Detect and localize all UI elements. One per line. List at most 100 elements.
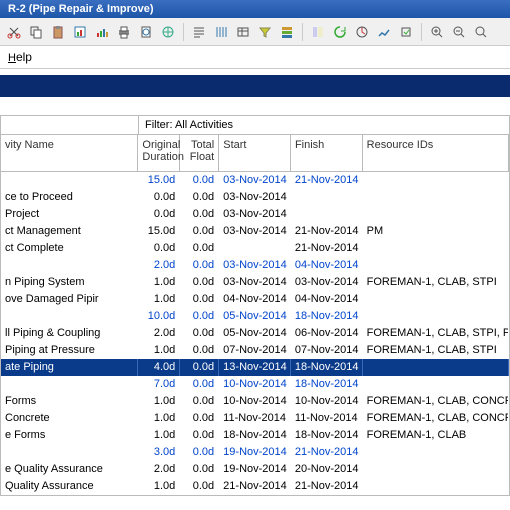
publish-icon[interactable] [158, 22, 178, 42]
cell-start: 05-Nov-2014 [219, 325, 291, 342]
table-row[interactable]: Quality Assurance1.0d0.0d21-Nov-201421-N… [1, 478, 509, 495]
zoom-out-icon[interactable] [449, 22, 469, 42]
cell-float: 0.0d [180, 274, 219, 291]
group-icon[interactable] [277, 22, 297, 42]
cell-res: FOREMAN-1, CLAB, STPI, PIPE, F [363, 325, 509, 342]
toolbar-sep [183, 23, 184, 41]
col-activity-name[interactable]: vity Name [1, 135, 138, 171]
grid-body: 15.0d0.0d03-Nov-201421-Nov-2014ce to Pro… [0, 172, 510, 496]
cell-dur: 7.0d [138, 376, 180, 393]
cell-dur: 15.0d [138, 223, 180, 240]
cell-float: 0.0d [180, 291, 219, 308]
cell-start: 03-Nov-2014 [219, 189, 291, 206]
cell-name: Quality Assurance [1, 478, 138, 495]
cell-float: 0.0d [180, 206, 219, 223]
cell-start: 10-Nov-2014 [219, 393, 291, 410]
table-row[interactable]: ove Damaged Pipir1.0d0.0d04-Nov-201404-N… [1, 291, 509, 308]
cell-float: 0.0d [180, 342, 219, 359]
col-resource-ids[interactable]: Resource IDs [363, 135, 509, 171]
table-row[interactable]: ce to Proceed0.0d0.0d03-Nov-2014 [1, 189, 509, 206]
columns-icon[interactable] [211, 22, 231, 42]
col-finish[interactable]: Finish [291, 135, 363, 171]
table-row[interactable]: 7.0d0.0d10-Nov-201418-Nov-2014 [1, 376, 509, 393]
col-start[interactable]: Start [219, 135, 291, 171]
title-text: R-2 (Pipe Repair & Improve) [8, 3, 153, 15]
cell-dur: 1.0d [138, 291, 180, 308]
copy-icon[interactable] [26, 22, 46, 42]
table-row[interactable]: ct Management15.0d0.0d03-Nov-201421-Nov-… [1, 223, 509, 240]
refresh-icon[interactable] [330, 22, 350, 42]
cell-name: n Piping System [1, 274, 138, 291]
cell-start: 11-Nov-2014 [219, 410, 291, 427]
zoom-in-icon[interactable] [427, 22, 447, 42]
filter-label: Filter: All Activities [139, 116, 239, 134]
table-row[interactable]: Piping at Pressure1.0d0.0d07-Nov-201407-… [1, 342, 509, 359]
col-total-float[interactable]: Total Float [180, 135, 219, 171]
cell-dur: 15.0d [138, 172, 180, 189]
cell-start: 05-Nov-2014 [219, 308, 291, 325]
menu-help[interactable]: Help [0, 46, 510, 69]
align-icon[interactable] [189, 22, 209, 42]
layout-icon[interactable] [308, 22, 328, 42]
cell-name: ll Piping & Coupling [1, 325, 138, 342]
table-row[interactable]: n Piping System1.0d0.0d03-Nov-201403-Nov… [1, 274, 509, 291]
toolbar-sep [421, 23, 422, 41]
cell-dur: 1.0d [138, 410, 180, 427]
chart-icon[interactable] [92, 22, 112, 42]
filter-row: Filter: All Activities [0, 115, 510, 134]
cell-float: 0.0d [180, 444, 219, 461]
table-row[interactable]: ct Complete0.0d0.0d21-Nov-2014 [1, 240, 509, 257]
level-icon[interactable] [374, 22, 394, 42]
cell-start: 21-Nov-2014 [219, 478, 291, 495]
cell-dur: 1.0d [138, 427, 180, 444]
schedule-icon[interactable] [352, 22, 372, 42]
cell-float: 0.0d [180, 189, 219, 206]
toolbar-sep [302, 23, 303, 41]
table-row[interactable]: 10.0d0.0d05-Nov-201418-Nov-2014 [1, 308, 509, 325]
table-row[interactable]: ll Piping & Coupling2.0d0.0d05-Nov-20140… [1, 325, 509, 342]
cell-float: 0.0d [180, 461, 219, 478]
cell-name: ove Damaged Pipir [1, 291, 138, 308]
scissors-icon[interactable] [4, 22, 24, 42]
cell-finish: 06-Nov-2014 [291, 325, 363, 342]
cell-finish: 21-Nov-2014 [291, 172, 363, 189]
cell-res: FOREMAN-1, CLAB, CONCRETE [363, 410, 509, 427]
zoom-fit-icon[interactable] [471, 22, 491, 42]
cell-finish: 18-Nov-2014 [291, 376, 363, 393]
report-icon[interactable] [70, 22, 90, 42]
cell-finish: 07-Nov-2014 [291, 342, 363, 359]
preview-icon[interactable] [136, 22, 156, 42]
cell-dur: 0.0d [138, 189, 180, 206]
col-original-duration[interactable]: Original Duration [138, 135, 180, 171]
cell-finish: 21-Nov-2014 [291, 444, 363, 461]
cell-finish: 03-Nov-2014 [291, 274, 363, 291]
cell-res [363, 461, 509, 478]
cell-name: ct Complete [1, 240, 138, 257]
filter-icon[interactable] [255, 22, 275, 42]
cell-dur: 10.0d [138, 308, 180, 325]
cell-res [363, 189, 509, 206]
table-row[interactable]: Forms1.0d0.0d10-Nov-201410-Nov-2014FOREM… [1, 393, 509, 410]
table-row[interactable]: Project0.0d0.0d03-Nov-2014 [1, 206, 509, 223]
table-row[interactable]: e Forms1.0d0.0d18-Nov-201418-Nov-2014FOR… [1, 427, 509, 444]
table-row[interactable]: 3.0d0.0d19-Nov-201421-Nov-2014 [1, 444, 509, 461]
cell-start [219, 240, 291, 257]
table-row[interactable]: ate Piping4.0d0.0d13-Nov-201418-Nov-2014 [1, 359, 509, 376]
paste-icon[interactable] [48, 22, 68, 42]
cell-dur: 3.0d [138, 444, 180, 461]
table-row[interactable]: e Quality Assurance2.0d0.0d19-Nov-201420… [1, 461, 509, 478]
cell-dur: 1.0d [138, 393, 180, 410]
table-icon[interactable] [233, 22, 253, 42]
cell-res [363, 240, 509, 257]
cell-dur: 2.0d [138, 461, 180, 478]
commit-icon[interactable] [396, 22, 416, 42]
cell-res [363, 308, 509, 325]
cell-float: 0.0d [180, 410, 219, 427]
print-icon[interactable] [114, 22, 134, 42]
cell-start: 03-Nov-2014 [219, 274, 291, 291]
cell-float: 0.0d [180, 376, 219, 393]
layout-bar [0, 75, 510, 97]
table-row[interactable]: Concrete1.0d0.0d11-Nov-201411-Nov-2014FO… [1, 410, 509, 427]
table-row[interactable]: 2.0d0.0d03-Nov-201404-Nov-2014 [1, 257, 509, 274]
table-row[interactable]: 15.0d0.0d03-Nov-201421-Nov-2014 [1, 172, 509, 189]
